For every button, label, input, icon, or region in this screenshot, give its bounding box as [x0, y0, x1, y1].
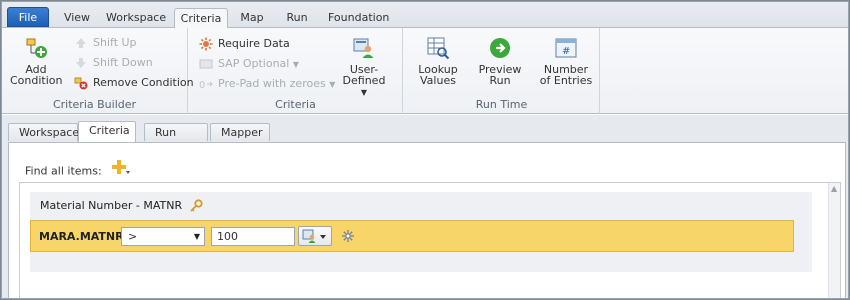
lookup-values-icon [427, 37, 450, 60]
condition-row: MARA.MATNR > ▼ 100 [30, 220, 794, 252]
criteria-list: Material Number - MATNR MARA.MATNR > ▼ 1… [19, 183, 841, 298]
tab-criteria-panel[interactable]: Criteria [78, 121, 136, 142]
lookup-values-button[interactable]: Lookup Values [414, 36, 462, 86]
plus-icon [112, 160, 131, 174]
add-item-button[interactable] [111, 159, 133, 184]
workspace-area: Workspace Criteria Run Time Mapper Find … [2, 115, 848, 298]
field-group-matnr: Material Number - MATNR MARA.MATNR > ▼ 1… [30, 192, 812, 272]
criteria-builder-group: Add Condition Shift Up Shift Down Remove… [2, 28, 194, 114]
number-of-entries-button[interactable]: # Number of Entries [538, 36, 594, 86]
user-defined-label: User-Defined [342, 63, 386, 87]
find-all-items-row: Find all items: [25, 159, 133, 179]
tab-criteria[interactable]: Criteria [174, 8, 228, 29]
run-time-group: Lookup Values Preview Run # Number of Entri… [404, 28, 600, 114]
chevron-down-icon: ▼ [292, 60, 300, 69]
ribbon: Add Condition Shift Up Shift Down Remove… [2, 28, 848, 114]
operator-select[interactable]: > ▼ [121, 227, 205, 246]
pre-pad-icon: 0 [199, 80, 213, 91]
condition-value-input[interactable]: 100 [211, 227, 295, 246]
tab-workspace[interactable]: Workspace [106, 8, 166, 28]
value-type-dropdown[interactable] [298, 226, 332, 246]
criteria-group-label: Criteria [275, 98, 316, 111]
criteria-builder-group-label: Criteria Builder [52, 98, 137, 111]
condition-field-label: MARA.MATNR [39, 230, 124, 243]
tab-run-time-panel[interactable]: Run Time [144, 123, 208, 157]
run-time-group-label: Run Time [475, 98, 528, 111]
chevron-down-icon: ▼ [193, 232, 200, 241]
tab-view[interactable]: View [62, 8, 92, 28]
tab-workspace-panel[interactable]: Workspace [8, 123, 79, 141]
find-all-items-label: Find all items: [25, 164, 102, 178]
tab-map[interactable]: Map [238, 8, 266, 28]
field-title: Material Number - MATNR [40, 199, 203, 213]
require-data-icon [199, 37, 213, 51]
scroll-up-icon[interactable]: ▲ [831, 184, 837, 193]
add-condition-button[interactable]: Add Condition [10, 36, 63, 87]
tab-foundation[interactable]: Foundation [328, 8, 389, 28]
pre-pad-dropdown[interactable]: 0 Pre-Pad with zeroes ▼ [199, 76, 335, 94]
svg-text:0: 0 [199, 80, 205, 91]
number-of-entries-icon: # [555, 38, 577, 58]
sap-optional-icon [199, 59, 213, 69]
require-data-button[interactable]: Require Data [199, 36, 290, 54]
user-defined-icon [353, 38, 374, 58]
chevron-down-icon: ▼ [360, 88, 368, 97]
criteria-group: Require Data SAP Optional ▼ 0 Pre-Pad wit… [189, 28, 403, 114]
key-icon [189, 199, 203, 212]
shift-up-icon [76, 38, 86, 48]
user-defined-button[interactable]: User-Defined ▼ [333, 36, 395, 98]
vertical-scrollbar[interactable]: ▲ [828, 183, 840, 298]
clear-icon[interactable] [341, 229, 355, 243]
remove-condition-button[interactable]: Remove Condition [74, 75, 194, 93]
sap-optional-dropdown[interactable]: SAP Optional ▼ [199, 56, 299, 74]
add-condition-label-2: Condition [10, 74, 63, 87]
svg-text:#: # [562, 46, 570, 57]
menu-bar: File View Workspace Criteria Map Run Fou… [2, 2, 848, 29]
shift-up-button[interactable]: Shift Up [74, 35, 137, 53]
shift-down-icon [76, 58, 86, 68]
user-defined-value-icon [302, 229, 326, 243]
play-icon [490, 38, 510, 58]
criteria-panel: Find all items: Material Number - MATNR [8, 142, 846, 298]
tab-run[interactable]: Run [284, 8, 310, 28]
file-menu-tab[interactable]: File [7, 7, 49, 27]
operator-value: > [128, 230, 138, 243]
remove-condition-icon [74, 77, 88, 90]
app-window: File View Workspace Criteria Map Run Fou… [1, 1, 849, 299]
preview-run-button[interactable]: Preview Run [476, 36, 524, 86]
add-condition-icon [26, 38, 47, 58]
tab-mapper-panel[interactable]: Mapper [210, 123, 270, 141]
shift-down-button[interactable]: Shift Down [74, 55, 153, 73]
